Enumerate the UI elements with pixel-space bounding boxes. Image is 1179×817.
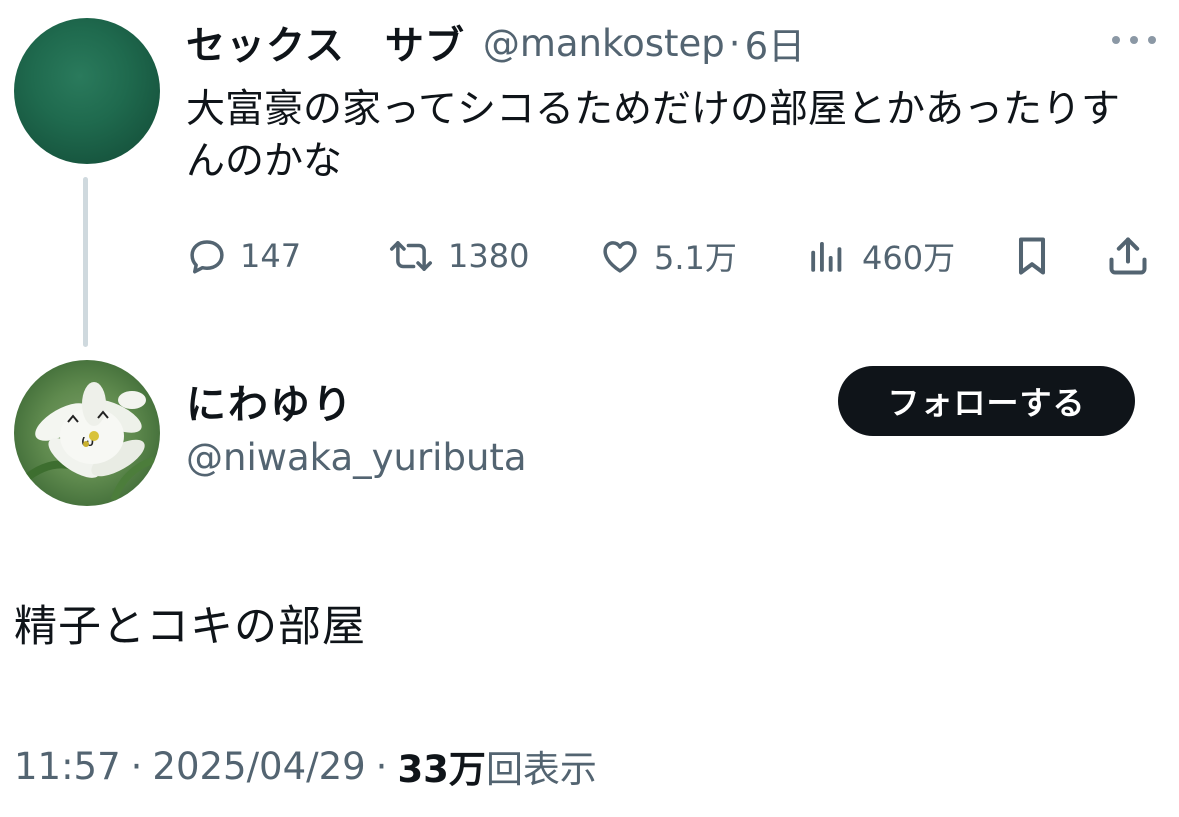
bar-chart-icon — [804, 235, 850, 277]
reply-date[interactable]: 2025/04/29 — [152, 745, 365, 788]
reply-avatar[interactable]: ω — [14, 360, 160, 506]
reply-display-name[interactable]: にわゆり — [186, 372, 354, 430]
reply-handle[interactable]: @niwaka_yuributa — [186, 436, 527, 479]
parent-action-bar: 147 1380 5.1万 460万 — [186, 228, 1156, 284]
retweet-button[interactable]: 1380 — [386, 228, 529, 284]
reply-button[interactable]: 147 — [186, 228, 301, 284]
more-horizontal-icon[interactable] — [1112, 32, 1156, 48]
meta-separator: · — [375, 744, 388, 788]
meta-separator: · — [130, 744, 143, 788]
thread-connector-line — [83, 177, 88, 347]
share-button[interactable] — [1106, 228, 1150, 284]
reply-time[interactable]: 11:57 — [14, 745, 121, 788]
parent-timestamp[interactable]: 6日 — [745, 16, 806, 70]
retweet-arrows-icon — [386, 235, 436, 277]
reply-views-count[interactable]: 33万 — [397, 739, 486, 793]
views-count: 460万 — [862, 239, 956, 277]
reply-tweet-text: 精子とコキの部屋 — [14, 602, 366, 652]
parent-tweet-header: セックス サブ @mankostep · 6日 — [186, 14, 805, 72]
retweet-count: 1380 — [448, 237, 530, 275]
share-upload-icon — [1106, 234, 1150, 278]
lily-flower-icon: ω — [21, 382, 156, 502]
parent-tweet-text: 大富豪の家ってシコるためだけの部屋とかあったりすんのかな — [186, 87, 1121, 184]
bookmark-button[interactable] — [1012, 228, 1052, 284]
parent-display-name[interactable]: セックス サブ — [186, 15, 465, 71]
bookmark-icon — [1012, 234, 1052, 278]
like-count: 5.1万 — [654, 239, 737, 277]
reply-meta-line: 11:57 · 2025/04/29 · 33万 回表示 — [14, 738, 597, 794]
parent-handle[interactable]: @mankostep — [483, 22, 725, 65]
heart-icon — [598, 235, 642, 277]
reply-views-suffix: 回表示 — [485, 748, 597, 791]
like-button[interactable]: 5.1万 — [598, 228, 737, 284]
views-button[interactable]: 460万 — [804, 228, 955, 284]
parent-avatar[interactable] — [14, 18, 160, 164]
reply-count: 147 — [240, 237, 302, 275]
follow-button[interactable]: フォローする — [838, 366, 1135, 436]
speech-bubble-icon — [186, 235, 228, 277]
header-separator: · — [728, 21, 741, 65]
